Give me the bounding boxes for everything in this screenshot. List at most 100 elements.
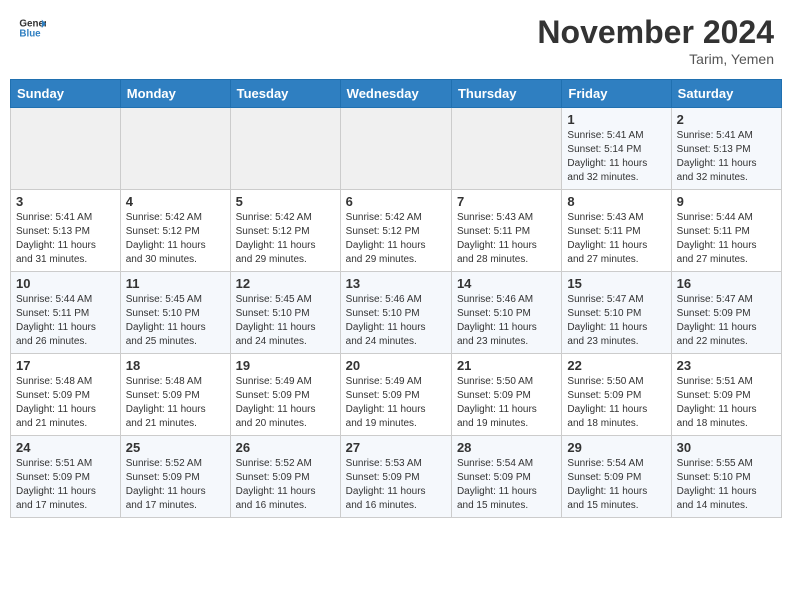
day-info: Sunrise: 5:46 AMSunset: 5:10 PMDaylight:…	[346, 293, 446, 349]
day-info: Sunrise: 5:45 AMSunset: 5:10 PMDaylight:…	[126, 293, 225, 349]
weekday-header: Wednesday	[340, 80, 451, 108]
calendar-cell: 17 Sunrise: 5:48 AMSunset: 5:09 PMDayligh…	[11, 354, 121, 436]
day-number: 25	[126, 440, 225, 455]
calendar-cell: 12 Sunrise: 5:45 AMSunset: 5:10 PMDayligh…	[230, 272, 340, 354]
day-info: Sunrise: 5:43 AMSunset: 5:11 PMDaylight:…	[457, 211, 556, 267]
calendar-cell: 27Sunrise: 5:53 AMSunset: 5:09 PMDayligh…	[340, 436, 451, 518]
day-number: 16	[677, 276, 776, 291]
month-title: November 2024	[537, 14, 774, 51]
day-number: 15	[567, 276, 665, 291]
day-info: Sunrise: 5:42 AMSunset: 5:12 PMDaylight:…	[346, 211, 446, 267]
calendar-week-row: 3 Sunrise: 5:41 AMSunset: 5:13 PMDaylight…	[11, 190, 782, 272]
calendar-cell: 2 Sunrise: 5:41 AMSunset: 5:13 PMDaylight…	[671, 108, 781, 190]
calendar-cell: 9 Sunrise: 5:44 AMSunset: 5:11 PMDaylight…	[671, 190, 781, 272]
day-number: 21	[457, 358, 556, 373]
day-info: Sunrise: 5:48 AMSunset: 5:09 PMDaylight:…	[16, 375, 115, 431]
day-info: Sunrise: 5:43 AMSunset: 5:11 PMDaylight:…	[567, 211, 665, 267]
calendar-header-row: SundayMondayTuesdayWednesdayThursdayFrid…	[11, 80, 782, 108]
day-number: 28	[457, 440, 556, 455]
weekday-header: Sunday	[11, 80, 121, 108]
calendar-week-row: 10Sunrise: 5:44 AMSunset: 5:11 PMDayligh…	[11, 272, 782, 354]
calendar-cell: 18Sunrise: 5:48 AMSunset: 5:09 PMDayligh…	[120, 354, 230, 436]
day-number: 30	[677, 440, 776, 455]
day-info: Sunrise: 5:41 AMSunset: 5:14 PMDaylight:…	[567, 129, 665, 185]
day-info: Sunrise: 5:51 AMSunset: 5:09 PMDaylight:…	[16, 457, 115, 513]
calendar-cell: 26 Sunrise: 5:52 AMSunset: 5:09 PMDayligh…	[230, 436, 340, 518]
day-info: Sunrise: 5:52 AMSunset: 5:09 PMDaylight:…	[126, 457, 225, 513]
calendar-cell: 8 Sunrise: 5:43 AMSunset: 5:11 PMDaylight…	[562, 190, 671, 272]
day-number: 8	[567, 194, 665, 209]
day-info: Sunrise: 5:41 AMSunset: 5:13 PMDaylight:…	[16, 211, 115, 267]
day-info: Sunrise: 5:42 AMSunset: 5:12 PMDaylight:…	[236, 211, 335, 267]
location: Tarim, Yemen	[537, 51, 774, 67]
day-number: 3	[16, 194, 115, 209]
calendar-cell: 15 Sunrise: 5:47 AMSunset: 5:10 PMDayligh…	[562, 272, 671, 354]
day-number: 24	[16, 440, 115, 455]
day-number: 4	[126, 194, 225, 209]
calendar-cell: 3 Sunrise: 5:41 AMSunset: 5:13 PMDaylight…	[11, 190, 121, 272]
day-number: 5	[236, 194, 335, 209]
calendar-cell: 11 Sunrise: 5:45 AMSunset: 5:10 PMDayligh…	[120, 272, 230, 354]
day-info: Sunrise: 5:47 AMSunset: 5:10 PMDaylight:…	[567, 293, 665, 349]
day-number: 9	[677, 194, 776, 209]
day-info: Sunrise: 5:54 AMSunset: 5:09 PMDaylight:…	[567, 457, 665, 513]
calendar-cell: 30 Sunrise: 5:55 AMSunset: 5:10 PMDayligh…	[671, 436, 781, 518]
logo: General Blue	[18, 14, 46, 42]
calendar-cell	[340, 108, 451, 190]
day-number: 12	[236, 276, 335, 291]
day-info: Sunrise: 5:44 AMSunset: 5:11 PMDaylight:…	[16, 293, 115, 349]
calendar-cell: 10Sunrise: 5:44 AMSunset: 5:11 PMDayligh…	[11, 272, 121, 354]
day-number: 2	[677, 112, 776, 127]
day-number: 23	[677, 358, 776, 373]
day-info: Sunrise: 5:49 AMSunset: 5:09 PMDaylight:…	[346, 375, 446, 431]
calendar-week-row: 24 Sunrise: 5:51 AMSunset: 5:09 PMDayligh…	[11, 436, 782, 518]
calendar-cell	[451, 108, 561, 190]
calendar-cell: 24 Sunrise: 5:51 AMSunset: 5:09 PMDayligh…	[11, 436, 121, 518]
day-info: Sunrise: 5:41 AMSunset: 5:13 PMDaylight:…	[677, 129, 776, 185]
calendar-week-row: 1 Sunrise: 5:41 AMSunset: 5:14 PMDaylight…	[11, 108, 782, 190]
day-number: 11	[126, 276, 225, 291]
day-info: Sunrise: 5:55 AMSunset: 5:10 PMDaylight:…	[677, 457, 776, 513]
day-number: 6	[346, 194, 446, 209]
calendar-cell: 16Sunrise: 5:47 AMSunset: 5:09 PMDayligh…	[671, 272, 781, 354]
day-info: Sunrise: 5:49 AMSunset: 5:09 PMDaylight:…	[236, 375, 335, 431]
calendar-cell: 6 Sunrise: 5:42 AMSunset: 5:12 PMDaylight…	[340, 190, 451, 272]
day-info: Sunrise: 5:52 AMSunset: 5:09 PMDaylight:…	[236, 457, 335, 513]
weekday-header: Thursday	[451, 80, 561, 108]
day-number: 13	[346, 276, 446, 291]
calendar-cell	[230, 108, 340, 190]
weekday-header: Friday	[562, 80, 671, 108]
day-info: Sunrise: 5:46 AMSunset: 5:10 PMDaylight:…	[457, 293, 556, 349]
day-number: 7	[457, 194, 556, 209]
calendar-cell: 20 Sunrise: 5:49 AMSunset: 5:09 PMDayligh…	[340, 354, 451, 436]
page-header: General Blue November 2024 Tarim, Yemen	[10, 10, 782, 71]
day-number: 1	[567, 112, 665, 127]
calendar-cell: 28 Sunrise: 5:54 AMSunset: 5:09 PMDayligh…	[451, 436, 561, 518]
calendar-cell: 5 Sunrise: 5:42 AMSunset: 5:12 PMDaylight…	[230, 190, 340, 272]
calendar-cell: 7 Sunrise: 5:43 AMSunset: 5:11 PMDaylight…	[451, 190, 561, 272]
day-number: 19	[236, 358, 335, 373]
calendar-cell: 23 Sunrise: 5:51 AMSunset: 5:09 PMDayligh…	[671, 354, 781, 436]
day-number: 20	[346, 358, 446, 373]
day-info: Sunrise: 5:48 AMSunset: 5:09 PMDaylight:…	[126, 375, 225, 431]
day-info: Sunrise: 5:50 AMSunset: 5:09 PMDaylight:…	[457, 375, 556, 431]
calendar-cell: 4Sunrise: 5:42 AMSunset: 5:12 PMDaylight…	[120, 190, 230, 272]
day-number: 27	[346, 440, 446, 455]
calendar-cell: 29 Sunrise: 5:54 AMSunset: 5:09 PMDayligh…	[562, 436, 671, 518]
day-info: Sunrise: 5:54 AMSunset: 5:09 PMDaylight:…	[457, 457, 556, 513]
weekday-header: Tuesday	[230, 80, 340, 108]
calendar-cell: 21 Sunrise: 5:50 AMSunset: 5:09 PMDayligh…	[451, 354, 561, 436]
day-number: 17	[16, 358, 115, 373]
calendar-cell: 14 Sunrise: 5:46 AMSunset: 5:10 PMDayligh…	[451, 272, 561, 354]
day-number: 22	[567, 358, 665, 373]
day-number: 29	[567, 440, 665, 455]
day-info: Sunrise: 5:44 AMSunset: 5:11 PMDaylight:…	[677, 211, 776, 267]
weekday-header: Saturday	[671, 80, 781, 108]
calendar-cell: 25 Sunrise: 5:52 AMSunset: 5:09 PMDayligh…	[120, 436, 230, 518]
day-number: 14	[457, 276, 556, 291]
day-info: Sunrise: 5:45 AMSunset: 5:10 PMDaylight:…	[236, 293, 335, 349]
day-info: Sunrise: 5:51 AMSunset: 5:09 PMDaylight:…	[677, 375, 776, 431]
calendar-cell: 19 Sunrise: 5:49 AMSunset: 5:09 PMDayligh…	[230, 354, 340, 436]
day-info: Sunrise: 5:50 AMSunset: 5:09 PMDaylight:…	[567, 375, 665, 431]
day-number: 26	[236, 440, 335, 455]
